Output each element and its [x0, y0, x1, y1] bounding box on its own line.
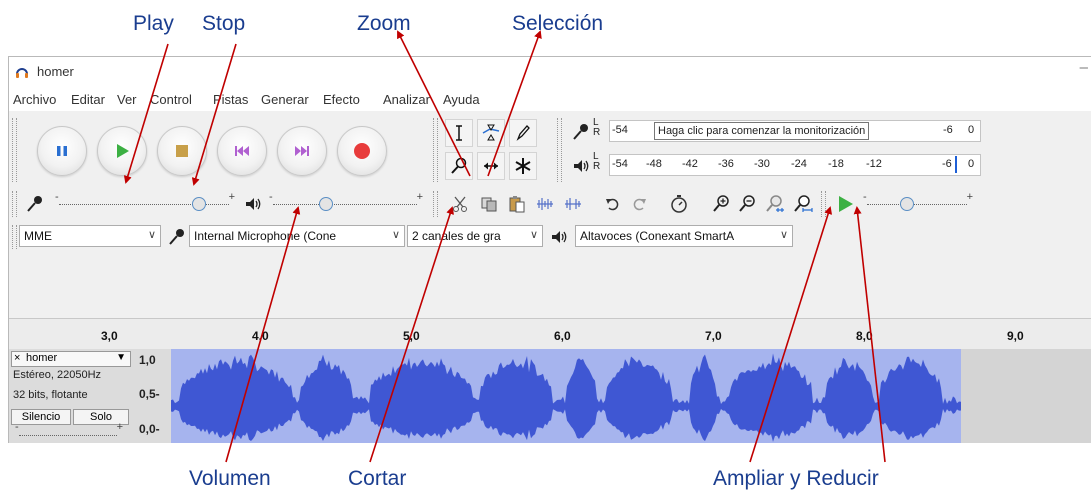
stop-arrow — [191, 43, 237, 186]
ampliar-arrow — [749, 206, 833, 463]
screenshot-page: { "annotations": { "play": "Play", "stop… — [0, 0, 1091, 491]
annotation-arrows — [123, 30, 886, 463]
zoom-arrow — [397, 30, 471, 177]
play-arrow — [123, 43, 169, 184]
reducir-arrow — [853, 206, 886, 463]
volumen-arrow — [225, 206, 301, 463]
seleccion-arrow — [487, 30, 542, 177]
cortar-arrow — [369, 206, 454, 463]
